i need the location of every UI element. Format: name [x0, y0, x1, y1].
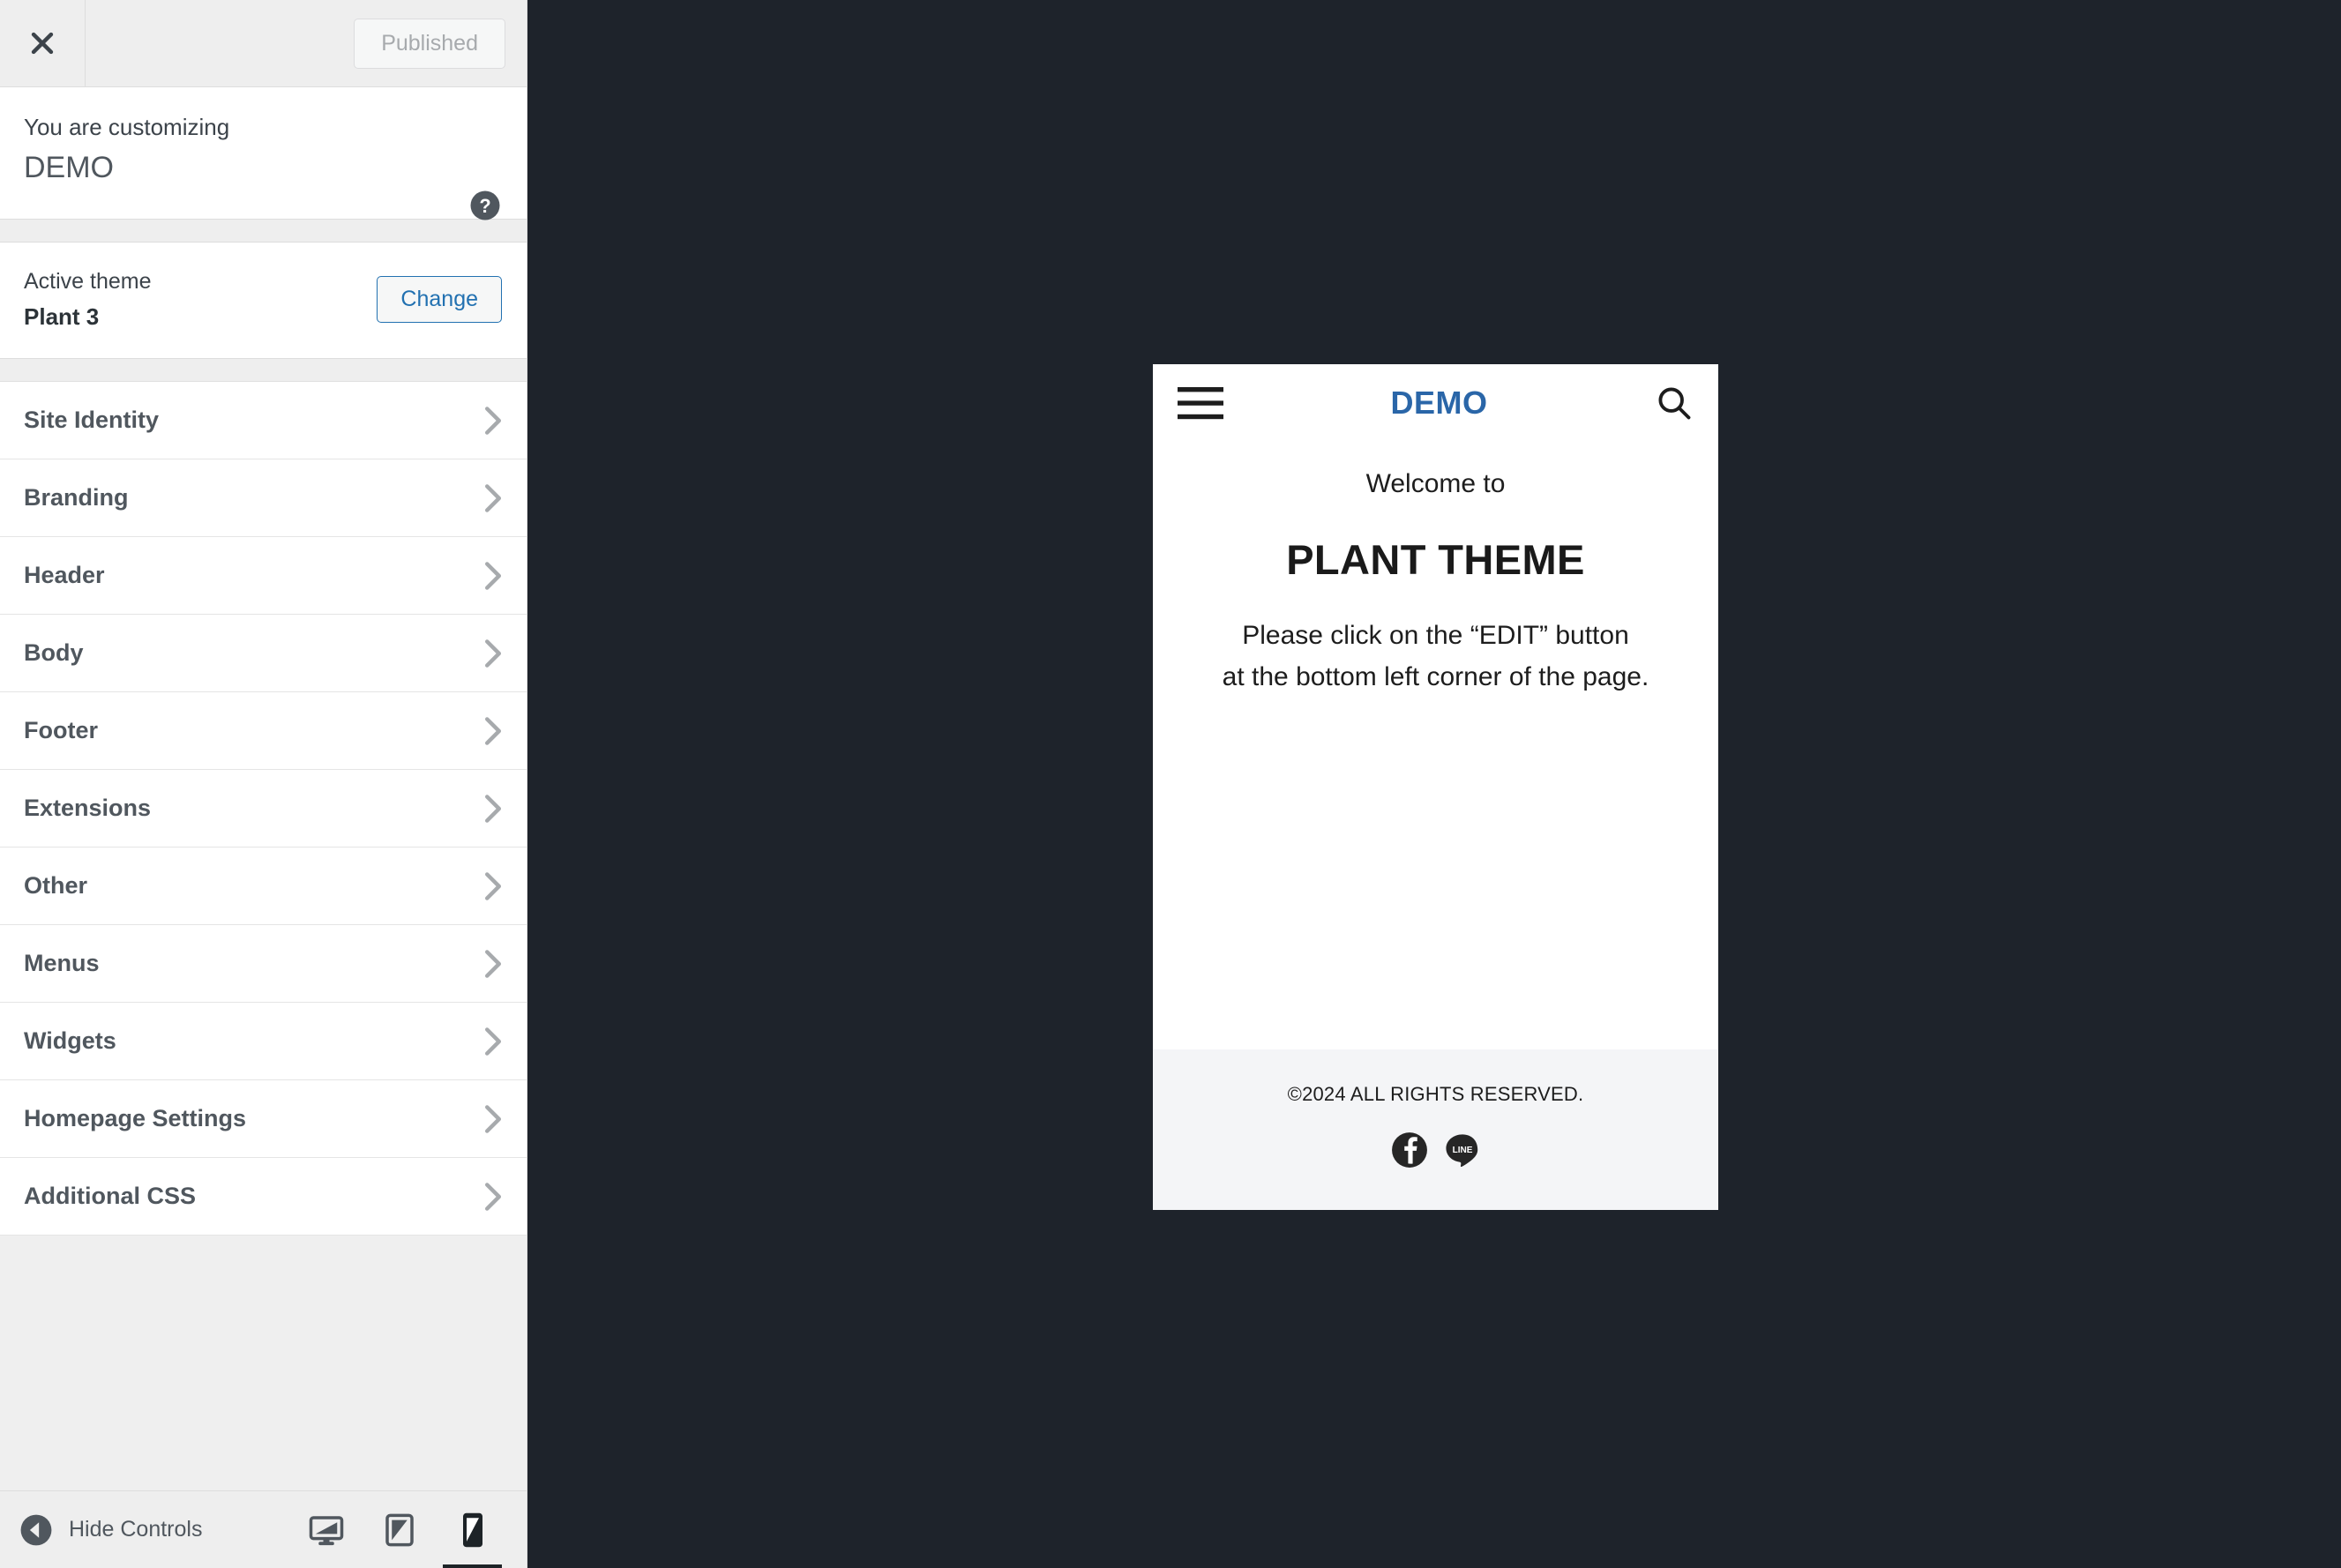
close-customizer-button[interactable]: [0, 0, 86, 87]
sidebar-item-footer[interactable]: Footer: [0, 692, 527, 771]
sidebar-item-menus[interactable]: Menus: [0, 925, 527, 1004]
site-main-content: Welcome to PLANT THEME Please click on t…: [1153, 441, 1718, 1049]
sidebar-item-label: Extensions: [24, 795, 152, 822]
publish-button[interactable]: Published: [354, 18, 505, 69]
site-footer: ©2024 ALL RIGHTS RESERVED. LINE: [1153, 1049, 1718, 1210]
chevron-right-icon: [484, 407, 502, 435]
sidebar-item-label: Header: [24, 562, 105, 589]
facebook-icon[interactable]: [1390, 1131, 1429, 1169]
sidebar-empty-space: [0, 1236, 527, 1490]
chevron-right-icon: [484, 950, 502, 978]
chevron-right-icon: [484, 1183, 502, 1211]
svg-text:?: ?: [479, 195, 490, 217]
customizer-sidebar: Published You are customizing DEMO ? Act…: [0, 0, 527, 1568]
sidebar-item-label: Body: [24, 639, 84, 667]
hide-controls-button[interactable]: Hide Controls: [19, 1513, 202, 1547]
sidebar-item-body[interactable]: Body: [0, 615, 527, 693]
preview-desktop-button[interactable]: [289, 1491, 363, 1568]
chevron-right-icon: [484, 562, 502, 590]
customizing-info: You are customizing DEMO ?: [0, 87, 527, 220]
sidebar-item-additional-css[interactable]: Additional CSS: [0, 1158, 527, 1236]
welcome-text: Welcome to: [1365, 469, 1506, 498]
mobile-icon: [462, 1512, 482, 1547]
sidebar-item-label: Widgets: [24, 1027, 116, 1055]
sidebar-item-label: Menus: [24, 950, 100, 977]
site-logo: DEMO: [1390, 384, 1488, 421]
sidebar-item-label: Other: [24, 872, 88, 900]
svg-text:LINE: LINE: [1452, 1146, 1472, 1155]
chevron-right-icon: [484, 484, 502, 512]
sidebar-item-homepage-settings[interactable]: Homepage Settings: [0, 1080, 527, 1159]
help-icon[interactable]: ?: [469, 190, 501, 221]
preview-mobile-button[interactable]: [436, 1491, 509, 1568]
sidebar-item-extensions[interactable]: Extensions: [0, 770, 527, 848]
sidebar-divider-2: [0, 359, 527, 383]
sidebar-item-label: Site Identity: [24, 407, 160, 434]
preview-tablet-button[interactable]: [363, 1491, 436, 1568]
sidebar-item-label: Branding: [24, 484, 129, 511]
social-links: LINE: [1153, 1131, 1718, 1169]
active-theme-row: Active theme Plant 3 Change: [0, 242, 527, 360]
customizing-label: You are customizing: [24, 114, 230, 140]
mobile-preview-frame: DEMO Welcome to PLANT THEME Please click…: [1153, 364, 1718, 1210]
preview-area: DEMO Welcome to PLANT THEME Please click…: [528, 0, 2341, 1568]
chevron-right-icon: [484, 1105, 502, 1133]
sidebar-item-label: Additional CSS: [24, 1183, 196, 1210]
sidebar-item-other[interactable]: Other: [0, 847, 527, 926]
sidebar-item-branding[interactable]: Branding: [0, 459, 527, 538]
sidebar-item-site-identity[interactable]: Site Identity: [0, 382, 527, 460]
active-theme-text: Active theme Plant 3: [24, 266, 377, 332]
collapse-arrow-icon: [20, 1514, 52, 1545]
active-theme-label: Active theme: [24, 268, 152, 294]
chevron-right-icon: [484, 872, 502, 900]
site-header: DEMO: [1153, 364, 1718, 441]
chevron-right-icon: [484, 639, 502, 668]
device-preview-switcher: [289, 1491, 509, 1568]
page-title: PLANT THEME: [1286, 536, 1585, 583]
chevron-right-icon: [484, 717, 502, 745]
chevron-right-icon: [484, 795, 502, 823]
hide-controls-label: Hide Controls: [69, 1517, 203, 1542]
sidebar-item-label: Homepage Settings: [24, 1105, 247, 1132]
active-theme-name: Plant 3: [24, 302, 100, 330]
customizer-header-bar: Published: [0, 0, 527, 87]
instruction-line-1: Please click on the “EDIT” button: [1242, 621, 1629, 650]
change-theme-button[interactable]: Change: [377, 276, 502, 324]
close-icon: [31, 32, 54, 55]
sidebar-item-header[interactable]: Header: [0, 537, 527, 616]
customizer-screen: Published You are customizing DEMO ? Act…: [0, 0, 2341, 1568]
tablet-icon: [385, 1513, 414, 1546]
customizing-site-title: DEMO: [24, 151, 114, 185]
customizer-footer-bar: Hide Controls: [0, 1490, 527, 1568]
line-icon[interactable]: LINE: [1443, 1131, 1482, 1169]
search-icon[interactable]: [1655, 384, 1694, 422]
instruction-line-2: at the bottom left corner of the page.: [1222, 661, 1649, 691]
desktop-icon: [309, 1515, 343, 1545]
hamburger-menu-icon[interactable]: [1178, 386, 1223, 420]
sidebar-item-label: Footer: [24, 717, 98, 744]
copyright-text: ©2024 ALL RIGHTS RESERVED.: [1287, 1083, 1584, 1105]
customizer-section-list: Site Identity Branding Header Body Foote…: [0, 382, 527, 1236]
instruction-text: Please click on the “EDIT” button at the…: [1170, 616, 1701, 698]
chevron-right-icon: [484, 1027, 502, 1056]
sidebar-item-widgets[interactable]: Widgets: [0, 1003, 527, 1081]
sidebar-divider-1: [0, 219, 527, 243]
